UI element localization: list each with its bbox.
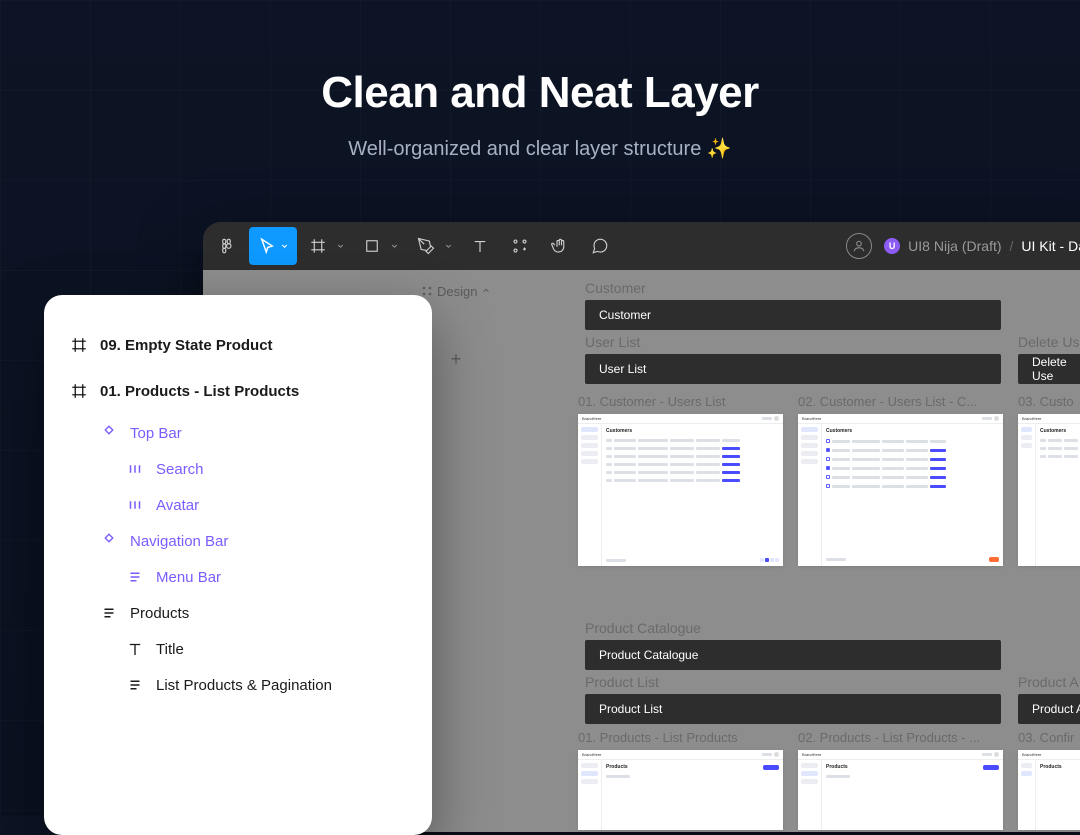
breadcrumb-separator: / bbox=[1010, 238, 1014, 254]
frame-icon bbox=[70, 336, 88, 354]
section-label: Product List bbox=[585, 674, 659, 690]
move-tool-icon[interactable] bbox=[249, 227, 297, 265]
file-owner-avatar-icon: U bbox=[884, 238, 900, 254]
section-label: Delete Us bbox=[1018, 334, 1079, 350]
mini-title: Customers bbox=[606, 428, 632, 434]
layer-label: Title bbox=[156, 641, 184, 658]
layer-label: Search bbox=[156, 461, 204, 478]
design-tab[interactable]: Design bbox=[421, 284, 491, 299]
section-bar[interactable]: Delete Use bbox=[1018, 354, 1080, 384]
frame-title[interactable]: 03. Custo bbox=[1018, 394, 1074, 409]
mini-brand-label: BrandHere bbox=[582, 752, 601, 757]
autolayout-horizontal-icon bbox=[126, 496, 144, 514]
artboard-thumbnail[interactable]: BrandHere Products bbox=[1018, 750, 1080, 830]
layer-label: List Products & Pagination bbox=[156, 677, 332, 694]
artboard-thumbnail[interactable]: BrandHere Customers bbox=[1018, 414, 1080, 566]
section-bar[interactable]: Product A bbox=[1018, 694, 1080, 724]
section-bar[interactable]: Product List bbox=[585, 694, 1001, 724]
layer-frame-products[interactable]: 01. Products - List Products bbox=[44, 373, 432, 409]
layer-group-list[interactable]: List Products & Pagination bbox=[44, 667, 432, 703]
hero-title: Clean and Neat Layer bbox=[0, 68, 1080, 118]
artboard-thumbnail[interactable]: BrandHere Products bbox=[578, 750, 783, 830]
layer-label: Menu Bar bbox=[156, 569, 221, 586]
layer-instance-menubar[interactable]: Menu Bar bbox=[44, 559, 432, 595]
layer-instance-search[interactable]: Search bbox=[44, 451, 432, 487]
mini-brand-label: BrandHere bbox=[1022, 752, 1041, 757]
frame-icon bbox=[70, 382, 88, 400]
autolayout-vertical-icon bbox=[100, 604, 118, 622]
layers-panel: 09. Empty State Product 01. Products - L… bbox=[44, 295, 432, 835]
layer-label: Top Bar bbox=[130, 425, 182, 442]
mini-title: Products bbox=[826, 764, 848, 770]
mini-title: Products bbox=[1040, 764, 1062, 770]
mini-brand-label: BrandHere bbox=[802, 752, 821, 757]
resources-icon[interactable] bbox=[501, 227, 539, 265]
autolayout-vertical-icon bbox=[126, 676, 144, 694]
pen-tool-icon[interactable] bbox=[407, 227, 445, 265]
text-tool-icon[interactable] bbox=[461, 227, 499, 265]
layer-label: 01. Products - List Products bbox=[100, 383, 299, 400]
layer-instance-avatar[interactable]: Avatar bbox=[44, 487, 432, 523]
section-bar[interactable]: Product Catalogue bbox=[585, 640, 1001, 670]
layer-label: Navigation Bar bbox=[130, 533, 228, 550]
text-icon bbox=[126, 640, 144, 658]
layer-label: 09. Empty State Product bbox=[100, 337, 273, 354]
layer-component-topbar[interactable]: Top Bar bbox=[44, 415, 432, 451]
mini-brand-label: BrandHere bbox=[1022, 416, 1041, 421]
artboard-thumbnail[interactable]: BrandHere Customers bbox=[578, 414, 783, 566]
figma-menu-icon[interactable] bbox=[209, 227, 247, 265]
frame-tool-icon[interactable] bbox=[299, 227, 337, 265]
section-bar[interactable]: Customer bbox=[585, 300, 1001, 330]
mini-title: Customers bbox=[1040, 428, 1066, 434]
frame-title[interactable]: 02. Customer - Users List - C... bbox=[798, 394, 977, 409]
comment-tool-icon[interactable] bbox=[581, 227, 619, 265]
section-label: Product A bbox=[1018, 674, 1079, 690]
section-label: Product Catalogue bbox=[585, 620, 701, 636]
file-name-label[interactable]: UI Kit - Das bbox=[1021, 238, 1080, 254]
artboard-thumbnail[interactable]: BrandHere Customers bbox=[798, 414, 1003, 566]
mini-brand-label: BrandHere bbox=[802, 416, 821, 421]
frame-title[interactable]: 03. Confir bbox=[1018, 730, 1074, 745]
section-label: Customer bbox=[585, 280, 646, 296]
artboard-thumbnail[interactable]: BrandHere Products bbox=[798, 750, 1003, 830]
add-page-button[interactable]: + bbox=[445, 348, 467, 370]
frame-title[interactable]: 01. Products - List Products bbox=[578, 730, 738, 745]
mini-title: Products bbox=[606, 764, 628, 770]
layer-frame-empty-state[interactable]: 09. Empty State Product bbox=[44, 327, 432, 363]
layer-text-title[interactable]: Title bbox=[44, 631, 432, 667]
autolayout-horizontal-icon bbox=[126, 460, 144, 478]
design-tab-label: Design bbox=[437, 284, 477, 299]
section-label: User List bbox=[585, 334, 640, 350]
user-avatar-icon[interactable] bbox=[846, 233, 872, 259]
mini-title: Customers bbox=[826, 428, 852, 434]
hand-tool-icon[interactable] bbox=[541, 227, 579, 265]
layer-component-navbar[interactable]: Navigation Bar bbox=[44, 523, 432, 559]
component-icon bbox=[100, 532, 118, 550]
layer-group-products[interactable]: Products bbox=[44, 595, 432, 631]
section-bar[interactable]: User List bbox=[585, 354, 1001, 384]
hero-subtitle: Well-organized and clear layer structure… bbox=[0, 136, 1080, 161]
layer-label: Avatar bbox=[156, 497, 199, 514]
file-owner-label[interactable]: UI8 Nija (Draft) bbox=[908, 238, 1001, 254]
frame-title[interactable]: 02. Products - List Products - ... bbox=[798, 730, 980, 745]
mini-brand-label: BrandHere bbox=[582, 416, 601, 421]
layer-label: Products bbox=[130, 605, 189, 622]
frame-title[interactable]: 01. Customer - Users List bbox=[578, 394, 725, 409]
component-icon bbox=[100, 424, 118, 442]
figma-toolbar: U UI8 Nija (Draft) / UI Kit - Das bbox=[203, 222, 1080, 270]
autolayout-vertical-icon bbox=[126, 568, 144, 586]
shape-tool-icon[interactable] bbox=[353, 227, 391, 265]
